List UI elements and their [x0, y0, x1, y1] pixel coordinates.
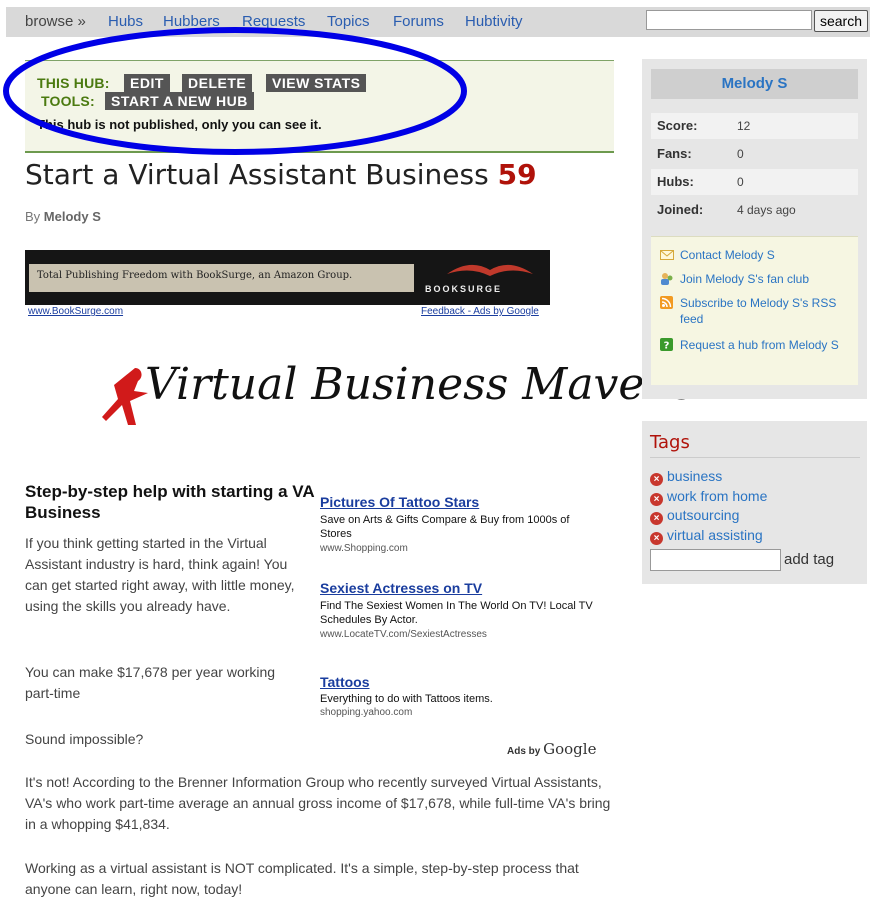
author-link[interactable]: Melody S: [44, 209, 101, 224]
envelope-icon: [660, 250, 674, 260]
request-hub-link[interactable]: Request a hub from Melody S: [680, 337, 855, 353]
paragraph-1: If you think getting started in the Virt…: [25, 535, 295, 614]
paragraph-2: You can make $17,678 per year working pa…: [25, 664, 276, 701]
remove-tag-icon[interactable]: ×: [650, 493, 663, 506]
ad-3-text: Everything to do with Tattoos items.: [320, 693, 493, 705]
paragraph-3: Sound impossible?: [25, 731, 144, 747]
tags-heading: Tags: [650, 432, 690, 453]
paragraph-4: It's not! According to the Brenner Infor…: [25, 774, 611, 832]
author-profile-box: Melody S Score: 12 Fans: 0 Hubs: 0 Joine…: [642, 59, 867, 399]
google-logo: Google: [543, 740, 597, 758]
ad-1-title[interactable]: Pictures Of Tattoo Stars: [320, 494, 479, 510]
ads-by-google[interactable]: Ads by Google: [507, 740, 596, 758]
ad-2-text: Find The Sexiest Women In The World On T…: [320, 600, 593, 626]
booksurge-logo-icon: [447, 264, 533, 276]
tags-box: Tags × business × work from home × outsourc…: [642, 421, 867, 584]
search-button[interactable]: search: [814, 10, 868, 32]
ad-3-url[interactable]: shopping.yahoo.com: [320, 707, 412, 718]
stat-score: Score: 12: [651, 113, 858, 139]
ads-feedback-link[interactable]: Feedback - Ads by Google: [421, 306, 539, 317]
paragraph-5: Working as a virtual assistant is NOT co…: [25, 860, 579, 897]
tag-label[interactable]: business: [667, 468, 722, 484]
tag-item[interactable]: × virtual assisting: [650, 527, 763, 545]
ad-3-title[interactable]: Tattoos: [320, 674, 370, 690]
stat-value: 12: [737, 119, 751, 133]
fan-club-icon: [661, 273, 673, 285]
stat-value: 0: [737, 147, 744, 161]
tag-label[interactable]: virtual assisting: [667, 527, 763, 543]
subscribe-rss-link[interactable]: Subscribe to Melody S's RSS feed: [680, 295, 845, 327]
page-title: Start a Virtual Assistant Business 59: [25, 158, 537, 191]
remove-tag-icon[interactable]: ×: [650, 473, 663, 486]
tag-label[interactable]: work from home: [667, 488, 767, 504]
svg-text:?: ?: [664, 341, 670, 352]
join-fan-club-link[interactable]: Join Melody S's fan club: [680, 271, 855, 287]
booksurge-link[interactable]: www.BookSurge.com: [28, 306, 123, 317]
ad-1-url[interactable]: www.Shopping.com: [320, 543, 408, 554]
stat-label: Fans:: [657, 146, 692, 161]
ad-2-title[interactable]: Sexiest Actresses on TV: [320, 580, 482, 596]
nav-hubtivity[interactable]: Hubtivity: [465, 13, 523, 30]
ads-by-label: Ads by: [507, 746, 541, 757]
rss-icon: [660, 296, 673, 309]
banner-brand: BOOKSURGE: [425, 284, 503, 294]
stat-label: Joined:: [657, 202, 704, 217]
profile-name[interactable]: Melody S: [651, 69, 858, 99]
tag-item[interactable]: × business: [650, 468, 722, 486]
stat-joined: Joined: 4 days ago: [651, 197, 858, 223]
banner-text: Total Publishing Freedom with BookSurge,…: [37, 270, 353, 281]
hub-score: 59: [497, 158, 537, 191]
remove-tag-icon[interactable]: ×: [650, 532, 663, 545]
tag-input[interactable]: [650, 549, 781, 571]
stat-label: Hubs:: [657, 174, 694, 189]
stat-label: Score:: [657, 118, 698, 133]
search-input[interactable]: [646, 10, 812, 30]
title-text: Start a Virtual Assistant Business: [25, 158, 489, 191]
tag-label[interactable]: outsourcing: [667, 507, 739, 523]
section-heading: Step-by-step help with starting a VA Bus…: [25, 482, 315, 522]
by-label: By: [25, 209, 41, 224]
byline: By Melody S: [25, 209, 101, 224]
tags-divider: [650, 457, 860, 458]
tag-item[interactable]: × outsourcing: [650, 507, 739, 525]
add-tag-button[interactable]: add tag: [784, 551, 834, 568]
question-icon: ?: [660, 338, 673, 351]
ad-1-text: Save on Arts & Gifts Compare & Buy from …: [320, 514, 570, 540]
profile-actions: Contact Melody S Join Melody S's fan clu…: [651, 236, 858, 385]
logo-text: Virtual Business Mavens: [145, 359, 696, 410]
ad-2-url[interactable]: www.LocateTV.com/SexiestActresses: [320, 629, 487, 640]
remove-tag-icon[interactable]: ×: [650, 512, 663, 525]
tag-item[interactable]: × work from home: [650, 488, 767, 506]
virtual-business-mavens-logo: Virtual Business Mavens: [100, 355, 695, 455]
banner-strip: Total Publishing Freedom with BookSurge,…: [29, 264, 414, 292]
stat-hubs: Hubs: 0: [651, 169, 858, 195]
contact-link[interactable]: Contact Melody S: [680, 247, 855, 263]
stat-fans: Fans: 0: [651, 141, 858, 167]
stat-value: 4 days ago: [737, 203, 796, 217]
stat-value: 0: [737, 175, 744, 189]
booksurge-banner-ad[interactable]: Total Publishing Freedom with BookSurge,…: [25, 250, 550, 305]
highlight-ellipse: [3, 27, 467, 155]
